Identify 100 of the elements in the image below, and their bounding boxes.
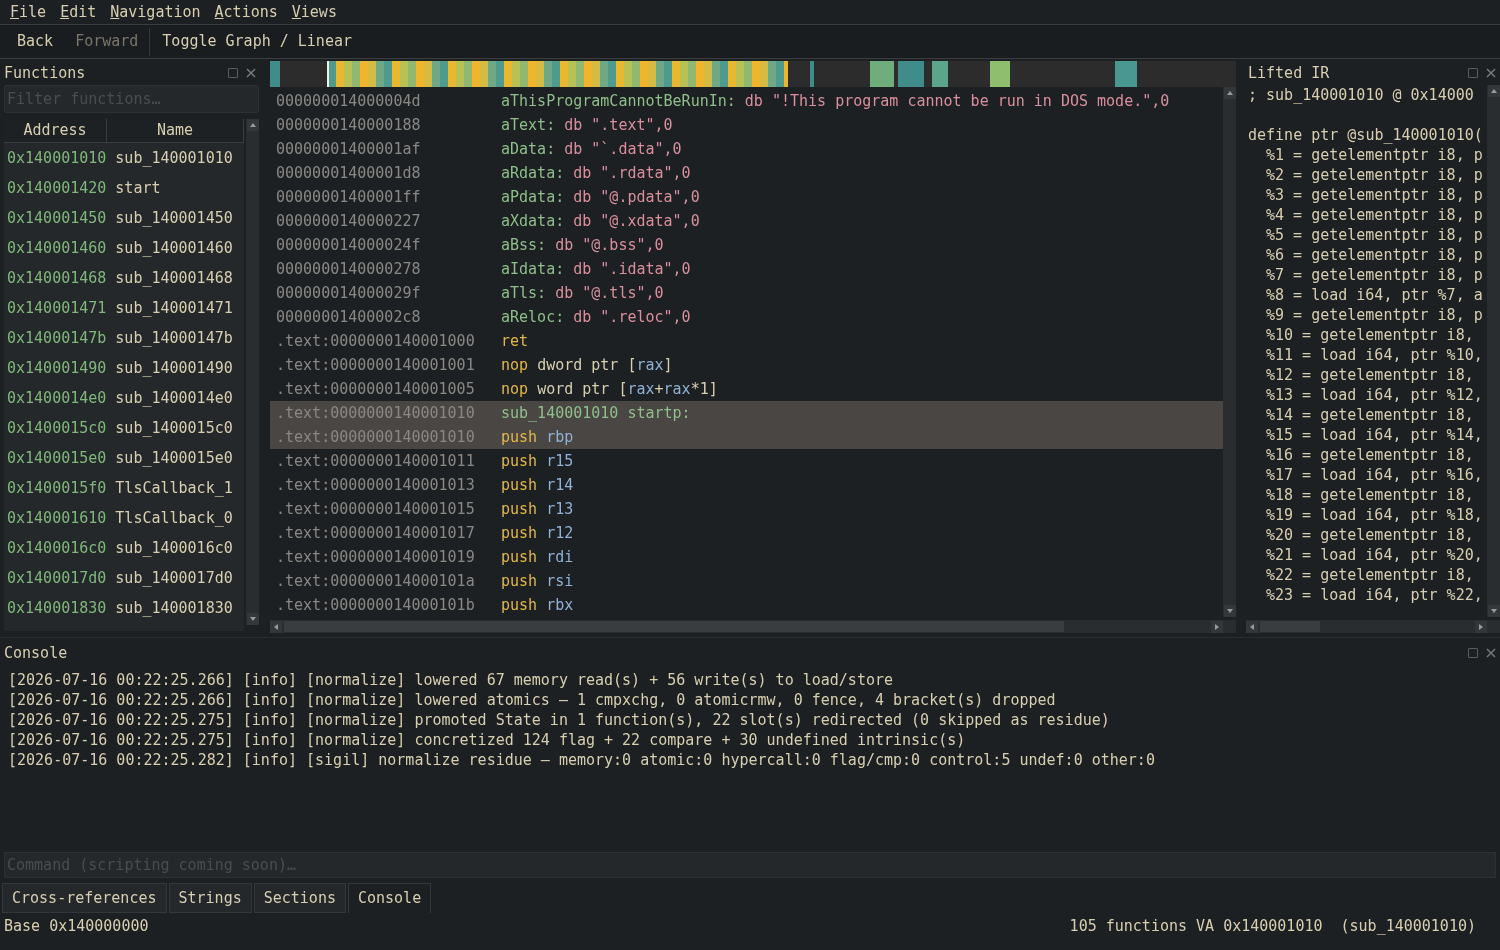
toolbar-button[interactable]: Back <box>6 27 65 56</box>
function-name[interactable]: sub_140001468 <box>115 266 233 290</box>
disassembly-row[interactable]: 0000000140000227 aXdata: db "@.xdata",0 <box>270 209 1223 233</box>
function-address[interactable]: 0x140001610 <box>7 506 107 530</box>
function-address[interactable]: 0x140001420 <box>7 176 107 200</box>
scrollbar[interactable] <box>1223 87 1236 617</box>
menu-item[interactable]: Views <box>291 0 337 24</box>
close-icon[interactable] <box>1486 68 1496 78</box>
disassembly-row[interactable]: 00000001400001d8 aRdata: db ".rdata",0 <box>270 161 1223 185</box>
tab[interactable]: Sections <box>253 883 346 913</box>
disassembly-row[interactable]: .text:0000000140001015 push r13 <box>270 497 1223 521</box>
disassembly-row[interactable]: 00000001400001af aData: db "`.data",0 <box>270 137 1223 161</box>
disassembly-row[interactable]: .text:000000014000101b push rbx <box>270 593 1223 617</box>
float-icon[interactable] <box>228 68 238 78</box>
function-address[interactable]: 0x1400017d0 <box>7 566 107 590</box>
line-address: 000000014000024f <box>276 234 422 256</box>
function-name[interactable]: sub_1400015e0 <box>115 446 233 470</box>
scroll-right-icon[interactable] <box>1211 620 1223 633</box>
float-icon[interactable] <box>1468 68 1478 78</box>
float-icon[interactable] <box>1468 648 1478 658</box>
function-name[interactable]: sub_140001010 <box>115 146 233 170</box>
scroll-down-icon[interactable] <box>246 613 259 625</box>
horizontal-scrollbar[interactable] <box>1246 620 1500 633</box>
function-name[interactable]: sub_140001450 <box>115 206 233 230</box>
function-address[interactable]: 0x1400016c0 <box>7 536 107 560</box>
function-address[interactable]: 0x140001460 <box>7 236 107 260</box>
disassembly-row[interactable]: 000000014000004d aThisProgramCannotBeRunIn: db "!This program cannot be run in DOS mode.",0 <box>270 89 1223 113</box>
function-name[interactable]: sub_1400014e0 <box>115 386 233 410</box>
scroll-up-icon[interactable] <box>1223 87 1236 99</box>
tab[interactable]: Strings <box>168 883 252 913</box>
function-name[interactable]: sub_1400016c0 <box>115 536 233 560</box>
overview-bar-drawing[interactable] <box>270 61 1236 87</box>
scroll-up-icon[interactable] <box>246 119 259 131</box>
disassembly-row[interactable]: .text:0000000140001010 push rbp <box>270 425 1223 449</box>
function-address[interactable]: 0x140001450 <box>7 206 107 230</box>
menu-item[interactable]: File <box>10 0 47 24</box>
function-name[interactable]: sub_140001490 <box>115 356 233 380</box>
function-address[interactable]: 0x140001830 <box>7 596 107 620</box>
menu-item[interactable]: Edit <box>60 0 97 24</box>
horizontal-scrollbar[interactable] <box>270 620 1236 633</box>
line-address: .text:0000000140001010 <box>276 426 476 448</box>
close-icon[interactable] <box>1486 648 1496 658</box>
column-header[interactable]: Address <box>4 119 107 143</box>
scroll-down-icon[interactable] <box>1487 605 1500 617</box>
log-line: [2026-07-16 00:22:25.266] [info] [normalize] lowered 67 memory read(s) + 56 write(s) to load/store <box>8 670 894 690</box>
tab[interactable]: Cross-references <box>2 883 167 913</box>
scroll-up-icon[interactable] <box>1487 85 1500 97</box>
ir-line: %13 = load i64, ptr %12, <box>1265 385 1484 405</box>
function-address[interactable]: 0x1400015c0 <box>7 416 107 440</box>
disassembly-row[interactable]: 0000000140000188 aText: db ".text",0 <box>270 113 1223 137</box>
instruction-text: push r14 <box>501 474 574 496</box>
function-name[interactable]: start <box>115 176 161 200</box>
log-line: [2026-07-16 00:22:25.275] [info] [normalize] promoted State in 1 function(s), 22 slot(s) redirected (0 skipped as residue) <box>8 710 1111 730</box>
scrollbar[interactable] <box>1487 85 1500 617</box>
disassembly-row[interactable]: 00000001400002c8 aReloc: db ".reloc",0 <box>270 305 1223 329</box>
disassembly-row[interactable]: .text:0000000140001001 nop dword ptr [rax] <box>270 353 1223 377</box>
function-name[interactable]: TlsCallback_0 <box>115 506 233 530</box>
close-icon[interactable] <box>246 68 256 78</box>
log-line: [2026-07-16 00:22:25.282] [info] [sigil] normalize residue — memory:0 atomic:0 hypercall:0 flag/cmp:0 control:5 undef:0 other:0 <box>8 750 1156 770</box>
disassembly-row[interactable]: .text:0000000140001005 nop word ptr [rax+rax*1] <box>270 377 1223 401</box>
panel-title: Functions <box>4 62 86 84</box>
function-address[interactable]: 0x1400015e0 <box>7 446 107 470</box>
function-address[interactable]: 0x1400014e0 <box>7 386 107 410</box>
instruction-text: aBss: db "@.bss",0 <box>501 234 664 256</box>
function-address[interactable]: 0x1400015f0 <box>7 476 107 500</box>
ir-line: %7 = getelementptr i8, p <box>1265 265 1484 285</box>
scroll-left-icon[interactable] <box>270 620 282 633</box>
disassembly-row[interactable]: 000000014000029f aTls: db "@.tls",0 <box>270 281 1223 305</box>
function-address[interactable]: 0x140001490 <box>7 356 107 380</box>
function-name[interactable]: TlsCallback_1 <box>115 476 233 500</box>
function-address[interactable]: 0x140001471 <box>7 296 107 320</box>
function-name[interactable]: sub_1400015c0 <box>115 416 233 440</box>
function-name[interactable]: sub_140001471 <box>115 296 233 320</box>
function-address[interactable]: 0x140001010 <box>7 146 107 170</box>
disassembly-row[interactable]: 000000014000024f aBss: db "@.bss",0 <box>270 233 1223 257</box>
function-address[interactable]: 0x14000147b <box>7 326 107 350</box>
function-name[interactable]: sub_14000147b <box>115 326 233 350</box>
tab[interactable]: Console <box>347 883 432 913</box>
function-name[interactable]: sub_140001830 <box>115 596 233 620</box>
disassembly-row[interactable]: 00000001400001ff aPdata: db "@.pdata",0 <box>270 185 1223 209</box>
disassembly-row[interactable]: .text:0000000140001019 push rdi <box>270 545 1223 569</box>
menu-item[interactable]: Navigation <box>110 0 201 24</box>
disassembly-row[interactable]: .text:0000000140001000 ret <box>270 329 1223 353</box>
function-name[interactable]: sub_1400017d0 <box>115 566 233 590</box>
disassembly-row[interactable]: .text:0000000140001010 sub_140001010 startp: <box>270 401 1223 425</box>
disassembly-row[interactable]: .text:000000014000101a push rsi <box>270 569 1223 593</box>
disassembly-row[interactable]: .text:0000000140001017 push r12 <box>270 521 1223 545</box>
scroll-right-icon[interactable] <box>1475 620 1487 633</box>
disassembly-row[interactable]: 0000000140000278 aIdata: db ".idata",0 <box>270 257 1223 281</box>
disassembly-row[interactable]: .text:0000000140001013 push r14 <box>270 473 1223 497</box>
scroll-down-icon[interactable] <box>1223 605 1236 617</box>
function-address[interactable]: 0x140001468 <box>7 266 107 290</box>
menu-item[interactable]: Actions <box>214 0 278 24</box>
column-header[interactable]: Name <box>107 119 244 143</box>
scroll-left-icon[interactable] <box>1246 620 1258 633</box>
line-address: .text:0000000140001015 <box>276 498 476 520</box>
toolbar-button[interactable]: Toggle Graph / Linear <box>151 27 363 56</box>
disassembly-row[interactable]: .text:0000000140001011 push r15 <box>270 449 1223 473</box>
function-name[interactable]: sub_140001460 <box>115 236 233 260</box>
scrollbar[interactable] <box>246 119 259 625</box>
